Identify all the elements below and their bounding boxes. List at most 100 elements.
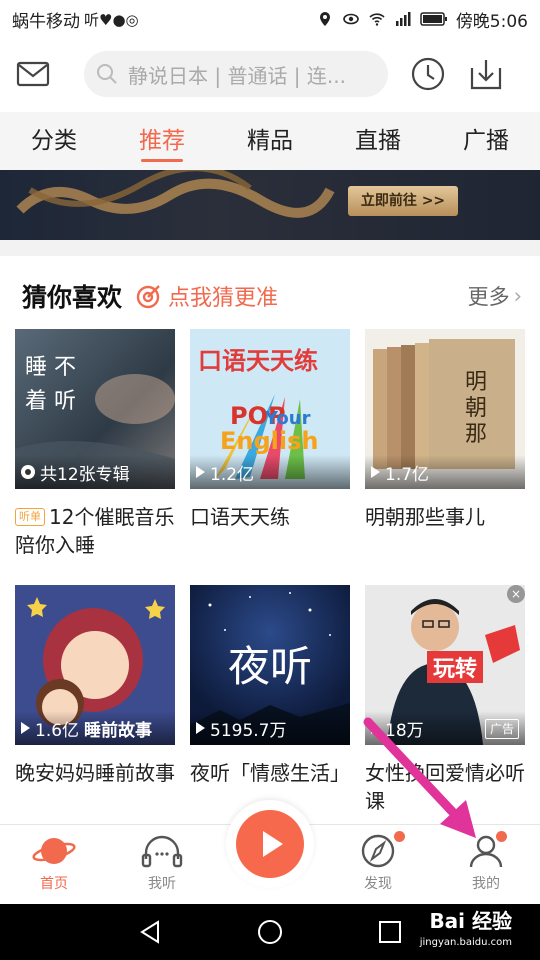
download-icon[interactable] (468, 56, 504, 92)
signal-icon (395, 12, 411, 26)
tab-category[interactable]: 分类 (23, 112, 85, 170)
album-title: 夜听「情感生活」 (190, 761, 350, 785)
refine-guess-link[interactable]: 点我猜更准 (136, 280, 278, 312)
mail-icon[interactable] (16, 60, 50, 88)
album-meta: 1.2亿 (190, 455, 350, 489)
me-notification-dot (496, 831, 507, 842)
album-cover: 1.6亿 睡前故事 (15, 585, 175, 745)
album-card[interactable]: 夜听 5195.7万 夜听「情感生活」 (190, 585, 350, 787)
back-icon[interactable] (138, 920, 162, 944)
home-circle-icon[interactable] (257, 919, 283, 945)
album-card[interactable]: 1.6亿 睡前故事 晚安妈妈睡前故事 (15, 585, 175, 787)
album-title: 口语天天练 (190, 505, 290, 529)
promo-banner[interactable]: 立即前往 >> (0, 170, 540, 240)
headphones-icon (141, 835, 183, 868)
watermark: Bai 经验 jingyan.baidu.com (420, 910, 512, 954)
more-label: 更多 (467, 285, 510, 309)
more-link[interactable]: 更多 › (468, 281, 522, 311)
close-ad-icon[interactable]: × (507, 585, 525, 603)
album-title: 晚安妈妈睡前故事 (15, 761, 175, 785)
cover-text: 夜听 (227, 642, 312, 691)
play-count: 5195.7万 (210, 720, 287, 741)
nav-home-label: 首页 (40, 876, 68, 892)
banner-artwork (16, 170, 335, 218)
category-tabs: 分类 推荐 精品 直播 广播 (0, 112, 540, 170)
play-count: 1.6亿 (35, 720, 80, 741)
album-cover: 口语天天练 POP Your English 1.2亿 (190, 329, 350, 489)
cover-text: 睡 不 着 听 (25, 355, 76, 414)
album-meta: 共12张专辑 (15, 455, 175, 489)
play-count-icon (371, 722, 380, 734)
guess-you-like-header: 猜你喜欢 点我猜更准 更多 › (22, 276, 522, 316)
go-now-button[interactable]: 立即前往 >> (348, 186, 458, 216)
album-card[interactable]: 口语天天练 POP Your English 1.2亿 口语天天练 (190, 329, 350, 531)
watermark-url: jingyan.baidu.com (419, 937, 512, 948)
discover-notification-dot (394, 831, 405, 842)
wifi-icon (369, 13, 385, 26)
album-title: 女性挽回爱情必听课 (365, 761, 525, 813)
refine-guess-label: 点我猜更准 (168, 286, 279, 311)
play-count: 18万 (385, 720, 424, 741)
nav-me[interactable]: 我的 (446, 833, 526, 893)
nav-discover[interactable]: 发现 (338, 833, 418, 893)
svg-text:那: 那 (465, 422, 487, 447)
recents-square-icon[interactable] (378, 920, 402, 944)
watermark-brand: Bai 经验 (429, 909, 512, 933)
album-meta: 5195.7万 (190, 711, 350, 745)
play-count-icon (196, 466, 205, 478)
tab-recommend[interactable]: 推荐 (131, 112, 193, 170)
play-count-icon (371, 466, 380, 478)
clock-label: 傍晚5:06 (455, 11, 528, 32)
tab-premium[interactable]: 精品 (239, 112, 301, 170)
svg-text:朝: 朝 (465, 396, 487, 421)
album-meta: 1.6亿 睡前故事 (15, 711, 175, 745)
play-count-icon (21, 722, 30, 734)
play-count: 1.7亿 (385, 464, 430, 485)
album-icon (21, 465, 35, 479)
album-cover: 明 朝 那 1.7亿 (365, 329, 525, 489)
svg-text:Your: Your (264, 408, 311, 429)
eye-icon (343, 13, 359, 25)
history-clock-icon[interactable] (410, 56, 446, 92)
location-icon (319, 12, 330, 26)
app-notification-icons: 听♥●◎ (84, 10, 139, 29)
playlist-tag: 听单 (15, 508, 45, 526)
play-button[interactable] (226, 800, 314, 888)
status-bar: 蜗牛移动 听♥●◎ 傍晚5:06 (0, 0, 540, 38)
section-title: 猜你喜欢 (22, 283, 123, 312)
carrier-label: 蜗牛移动 (12, 11, 80, 32)
planet-home-icon (32, 838, 76, 864)
play-count-icon (196, 722, 205, 734)
battery-icon (420, 12, 447, 26)
album-cover: 睡 不 着 听 共12张专辑 (15, 329, 175, 489)
nav-me-label: 我的 (472, 876, 500, 892)
album-title: 明朝那些事儿 (365, 505, 485, 529)
svg-text:English: English (220, 427, 318, 455)
ad-card[interactable]: 玩转 × 18万 广告 女性挽回爱情必听课 (365, 585, 525, 815)
cover-text: 玩转 (427, 651, 484, 683)
play-count: 1.2亿 (210, 464, 255, 485)
tab-radio[interactable]: 广播 (455, 112, 517, 170)
album-meta: 1.7亿 (365, 455, 525, 489)
tab-live[interactable]: 直播 (347, 112, 409, 170)
ad-badge: 广告 (484, 719, 519, 739)
target-icon (136, 285, 160, 309)
nav-listen-label: 我听 (148, 876, 176, 892)
cover-caption: 睡前故事 (84, 720, 153, 741)
album-cover: 玩转 × 18万 广告 (365, 585, 525, 745)
nav-discover-label: 发现 (364, 876, 392, 892)
album-cover: 夜听 5195.7万 (190, 585, 350, 745)
album-card[interactable]: 睡 不 着 听 共12张专辑 听单 12个催眠音乐陪你入睡 (15, 329, 175, 559)
nav-listen[interactable]: 我听 (122, 833, 202, 893)
nav-home[interactable]: 首页 (14, 833, 94, 893)
search-placeholder: 静说日本 | 普通话 | 连... (128, 63, 346, 88)
album-title: 听单 12个催眠音乐陪你入睡 (15, 503, 175, 559)
chevron-right-icon: › (513, 284, 522, 308)
search-icon (97, 64, 117, 84)
album-card[interactable]: 明 朝 那 1.7亿 明朝那些事儿 (365, 329, 525, 531)
play-icon (236, 810, 304, 878)
album-count: 共12张专辑 (40, 464, 130, 485)
search-input[interactable]: 静说日本 | 普通话 | 连... (84, 51, 388, 97)
section-divider (0, 240, 540, 256)
app-header: 静说日本 | 普通话 | 连... (0, 38, 540, 110)
